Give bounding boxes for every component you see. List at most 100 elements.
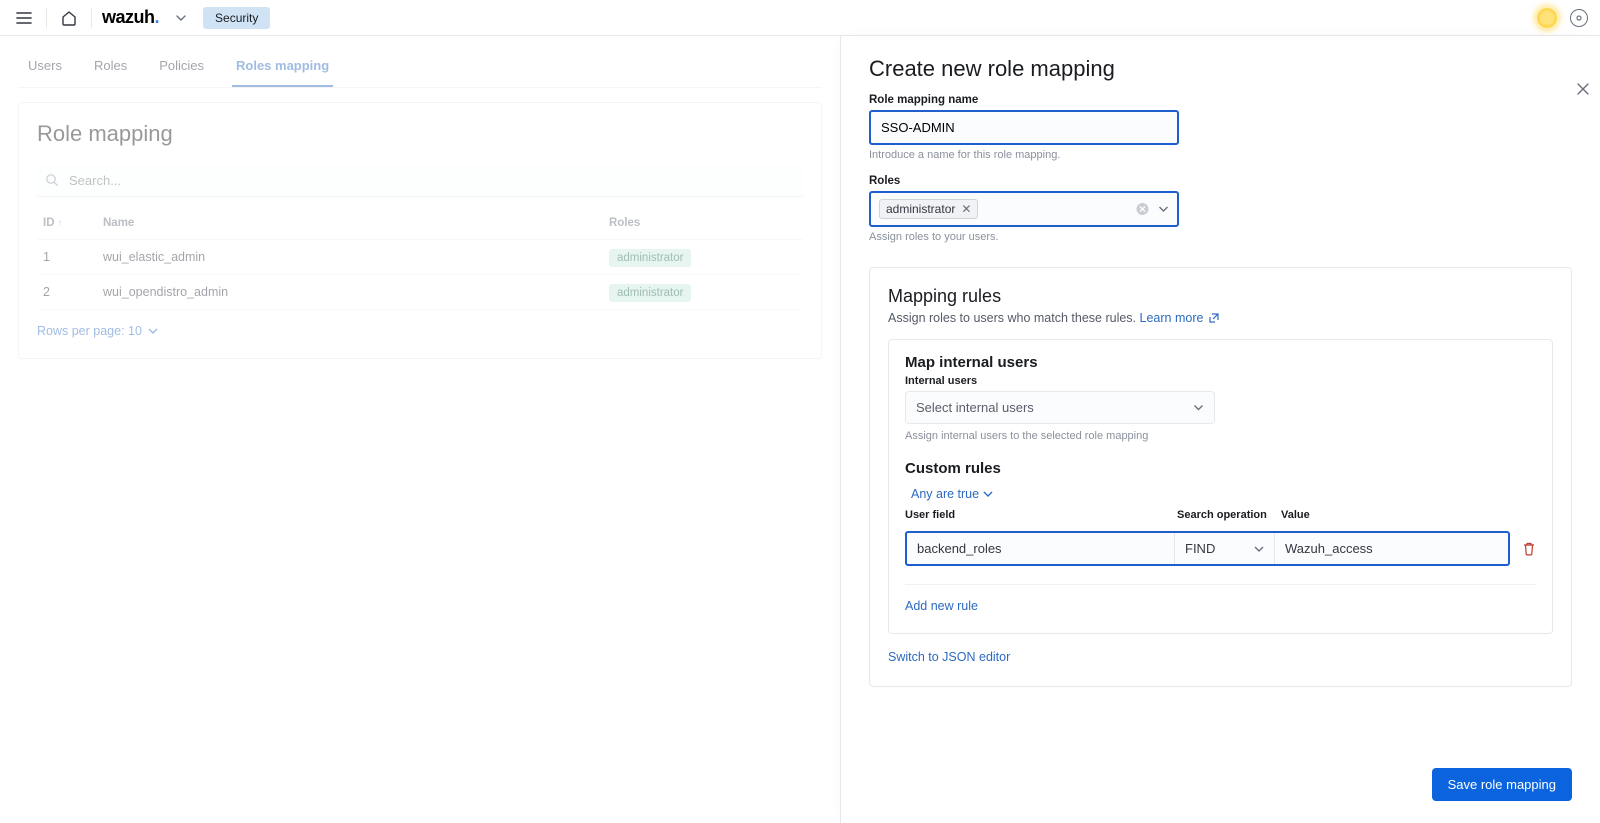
chevron-down-icon	[1193, 402, 1204, 413]
rule-user-field[interactable]: backend_roles	[907, 533, 1175, 564]
home-icon	[60, 9, 78, 27]
app-header: wazuh. Security	[0, 0, 1600, 36]
inner-rules-box: Map internal users Internal users Select…	[888, 339, 1553, 634]
chevron-down-icon	[148, 326, 158, 336]
role-badge: administrator	[609, 249, 691, 267]
flyout-body: Role mapping name Introduce a name for t…	[841, 90, 1600, 707]
help-icon[interactable]	[1570, 9, 1588, 27]
close-icon	[1576, 82, 1590, 96]
learn-more-link[interactable]: Learn more	[1140, 311, 1219, 325]
name-input-wrapper	[869, 110, 1179, 145]
app-switcher[interactable]	[169, 6, 193, 30]
divider	[46, 8, 47, 28]
map-internal-title: Map internal users	[905, 354, 1536, 371]
role-pill: administrator ✕	[879, 199, 978, 219]
main-area: Users Roles Policies Roles mapping Role …	[0, 36, 1600, 823]
rule-value[interactable]: Wazuh_access	[1275, 533, 1508, 564]
table-row[interactable]: 2 wui_opendistro_admin administrator	[37, 275, 803, 310]
name-label: Role mapping name	[869, 94, 1572, 106]
rule-divider	[905, 584, 1536, 585]
mapping-rules-section: Mapping rules Assign roles to users who …	[869, 267, 1572, 687]
notifications-icon[interactable]	[1536, 7, 1558, 29]
role-mapping-panel: Role mapping ID↑ Name Roles 1	[18, 102, 822, 359]
rule-row: backend_roles FIND Wazuh_access	[905, 531, 1536, 566]
home-button[interactable]	[57, 6, 81, 30]
name-input[interactable]	[871, 112, 1177, 143]
tab-bar: Users Roles Policies Roles mapping	[18, 48, 822, 88]
internal-users-placeholder: Select internal users	[916, 400, 1034, 415]
table-row[interactable]: 1 wui_elastic_admin administrator	[37, 240, 803, 275]
roles-label: Roles	[869, 175, 1572, 187]
cell-roles: administrator	[603, 240, 803, 275]
flyout-header: Create new role mapping	[841, 36, 1600, 90]
col-name[interactable]: Name	[97, 207, 603, 240]
chevron-down-icon	[175, 12, 187, 24]
cell-roles: administrator	[603, 275, 803, 310]
role-badge: administrator	[609, 284, 691, 302]
cell-name: wui_opendistro_admin	[97, 275, 603, 310]
chevron-down-icon	[983, 489, 993, 499]
internal-users-help: Assign internal users to the selected ro…	[905, 430, 1536, 442]
rule-labels-row: User field Search operation Value	[905, 509, 1536, 521]
internal-users-select[interactable]: Select internal users	[905, 391, 1215, 424]
search-icon	[45, 173, 59, 187]
mapping-table: ID↑ Name Roles 1 wui_elastic_admin admin…	[37, 207, 803, 310]
divider	[91, 8, 92, 28]
header-right	[1536, 7, 1588, 29]
cell-name: wui_elastic_admin	[97, 240, 603, 275]
header-left: wazuh. Security	[12, 6, 270, 30]
sort-asc-icon: ↑	[58, 218, 63, 229]
label-value: Value	[1281, 509, 1536, 521]
cell-id: 1	[37, 240, 97, 275]
switch-json-button[interactable]: Switch to JSON editor	[888, 650, 1010, 664]
rows-per-page[interactable]: Rows per page: 10	[37, 310, 158, 338]
internal-users-label: Internal users	[905, 375, 1536, 387]
search-row	[37, 165, 803, 197]
name-help: Introduce a name for this role mapping.	[869, 149, 1572, 161]
label-user-field: User field	[905, 509, 1177, 521]
roles-combo[interactable]: administrator ✕	[869, 191, 1179, 227]
clear-icon	[1136, 203, 1149, 216]
mapping-rules-subtitle: Assign roles to users who match these ru…	[888, 311, 1553, 325]
panel-title: Role mapping	[37, 121, 803, 147]
roles-help: Assign roles to your users.	[869, 231, 1572, 243]
flyout-title: Create new role mapping	[869, 56, 1572, 82]
roles-row: Roles administrator ✕ Assign roles to yo…	[869, 175, 1572, 243]
clear-roles-button[interactable]	[1136, 203, 1149, 216]
save-role-mapping-button[interactable]: Save role mapping	[1432, 768, 1572, 801]
breadcrumb[interactable]: Security	[203, 7, 270, 29]
remove-role-button[interactable]: ✕	[961, 203, 971, 215]
any-are-true-toggle[interactable]: Any are true	[911, 487, 993, 501]
create-role-mapping-flyout: Create new role mapping Role mapping nam…	[840, 36, 1600, 823]
app-logo[interactable]: wazuh.	[102, 7, 159, 28]
external-link-icon	[1209, 313, 1219, 323]
mapping-rules-title: Mapping rules	[888, 286, 1553, 307]
chevron-down-icon	[1158, 204, 1169, 215]
tab-users[interactable]: Users	[24, 48, 66, 87]
flyout-close-button[interactable]	[1576, 82, 1590, 96]
col-roles[interactable]: Roles	[603, 207, 803, 240]
tab-roles[interactable]: Roles	[90, 48, 131, 87]
delete-rule-button[interactable]	[1522, 542, 1536, 556]
tab-policies[interactable]: Policies	[155, 48, 208, 87]
rule-search-op[interactable]: FIND	[1175, 533, 1275, 564]
lifebuoy-icon	[1574, 13, 1584, 23]
flyout-footer: Save role mapping	[841, 752, 1600, 823]
nav-toggle-button[interactable]	[12, 6, 36, 30]
custom-rules-title: Custom rules	[905, 460, 1536, 477]
hamburger-icon	[16, 10, 32, 26]
search-input[interactable]	[37, 165, 803, 197]
tab-roles-mapping[interactable]: Roles mapping	[232, 48, 333, 87]
add-rule-button[interactable]: Add new rule	[905, 599, 978, 613]
content-area: Users Roles Policies Roles mapping Role …	[0, 36, 840, 823]
roles-dropdown-toggle[interactable]	[1158, 204, 1169, 215]
name-row: Role mapping name Introduce a name for t…	[869, 94, 1572, 161]
custom-rules-block: Custom rules Any are true User field Sea…	[905, 460, 1536, 615]
role-pill-label: administrator	[886, 202, 955, 216]
col-id[interactable]: ID↑	[37, 207, 97, 240]
rule-input-group: backend_roles FIND Wazuh_access	[905, 531, 1510, 566]
chevron-down-icon	[1254, 544, 1264, 554]
label-search-op: Search operation	[1177, 509, 1281, 521]
trash-icon	[1522, 542, 1536, 556]
cell-id: 2	[37, 275, 97, 310]
